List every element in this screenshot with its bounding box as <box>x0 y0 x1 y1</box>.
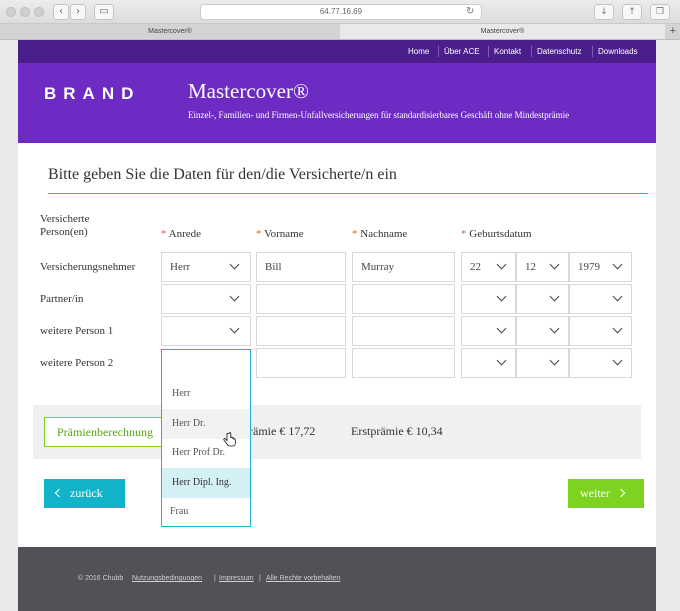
footer-separator: | <box>259 575 261 582</box>
top-navigation: Home Über ACE Kontakt Datenschutz Downlo… <box>18 40 656 63</box>
next-button[interactable]: weiter <box>568 479 644 508</box>
brand-logo[interactable]: BRAND <box>44 84 140 104</box>
header-lastname: * Nachname <box>352 228 408 240</box>
dropdown-option-herr[interactable]: Herr <box>162 379 250 409</box>
birth-month-select[interactable]: 12 <box>516 252 569 282</box>
forward-nav-icon[interactable]: › <box>70 4 86 20</box>
nav-kontakt[interactable]: Kontakt <box>494 40 521 63</box>
dropdown-option-herr-dipl-ing[interactable]: Herr Dipl. Ing. <box>162 468 250 498</box>
salutation-select[interactable] <box>161 284 251 314</box>
browser-chrome: ‹ › ▭ 64.77.16.69 ↻ ↓ ↑ ❐ Mastercover® M… <box>0 0 680 40</box>
lastname-input[interactable] <box>352 316 455 346</box>
birth-year-select[interactable] <box>569 348 632 378</box>
birth-month-select[interactable] <box>516 348 569 378</box>
heading-divider <box>48 193 648 194</box>
row-label-partner: Partner/in <box>40 293 84 305</box>
hero-banner: BRAND Mastercover® Einzel-, Familien- un… <box>18 63 656 143</box>
lastname-input[interactable]: Murray <box>352 252 455 282</box>
birth-year-select[interactable] <box>569 284 632 314</box>
zoom-window-button[interactable] <box>34 7 44 17</box>
form-heading: Bitte geben Sie die Daten für den/die Ve… <box>48 166 397 183</box>
birth-day-select[interactable] <box>461 284 516 314</box>
birth-month-select[interactable] <box>516 316 569 346</box>
header-birthdate: * Geburtsdatum <box>461 228 532 240</box>
firstname-input[interactable] <box>256 316 346 346</box>
back-nav-icon[interactable]: ‹ <box>53 4 69 20</box>
chevron-left-icon <box>54 488 64 498</box>
footer-link-rights[interactable]: Alle Rechte vorbehalten <box>266 575 340 582</box>
footer-copyright: © 2016 Chubb <box>78 575 124 582</box>
firstname-input[interactable] <box>256 348 346 378</box>
back-button[interactable]: zurück <box>44 479 125 508</box>
birth-year-select[interactable] <box>569 316 632 346</box>
nav-downloads[interactable]: Downloads <box>598 40 638 63</box>
product-subtitle: Einzel-, Familien- und Firmen-Unfallvers… <box>188 110 570 120</box>
salutation-select[interactable]: Herr <box>161 252 251 282</box>
tabs-overview-icon[interactable]: ❐ <box>650 4 670 20</box>
product-title: Mastercover® <box>188 79 309 103</box>
close-window-button[interactable] <box>6 7 16 17</box>
birth-month-select[interactable] <box>516 284 569 314</box>
footer-separator: | <box>214 575 216 582</box>
lastname-input[interactable] <box>352 284 455 314</box>
new-tab-button[interactable]: + <box>670 24 676 39</box>
tab-bar: Mastercover® Mastercover® + <box>0 24 680 40</box>
first-premium: Erstprämie € 10,34 <box>351 424 443 438</box>
page: Home Über ACE Kontakt Datenschutz Downlo… <box>18 40 656 611</box>
share-icon[interactable]: ↑ <box>622 4 642 20</box>
header-insured: Versicherte Person(en) <box>40 213 90 238</box>
header-salutation: * Anrede <box>161 228 202 240</box>
chevron-right-icon <box>616 488 626 498</box>
header-firstname: * Vorname <box>256 228 304 240</box>
sidebar-icon[interactable]: ▭ <box>94 4 114 20</box>
browser-toolbar: ‹ › ▭ 64.77.16.69 ↻ ↓ ↑ ❐ <box>0 0 680 24</box>
tab-mastercover-2[interactable]: Mastercover® <box>340 24 665 39</box>
premium-bar: Prämienberechnung prämie € 17,72 Erstprä… <box>33 405 641 459</box>
minimize-window-button[interactable] <box>20 7 30 17</box>
birth-day-select[interactable]: 22 <box>461 252 516 282</box>
nav-datenschutz[interactable]: Datenschutz <box>537 40 581 63</box>
download-icon[interactable]: ↓ <box>594 4 614 20</box>
firstname-input[interactable]: Bill <box>256 252 346 282</box>
hand-cursor-icon <box>223 432 236 447</box>
nav-home[interactable]: Home <box>408 40 429 63</box>
footer-link-imprint[interactable]: Impressum <box>219 575 254 582</box>
birth-year-select[interactable]: 1979 <box>569 252 632 282</box>
reload-icon[interactable]: ↻ <box>466 6 474 18</box>
salutation-select[interactable] <box>161 316 251 346</box>
nav-separator <box>531 46 532 57</box>
lastname-input[interactable] <box>352 348 455 378</box>
salutation-dropdown[interactable]: Herr Herr Dr. Herr Prof Dr. Herr Dipl. I… <box>161 349 251 527</box>
address-bar[interactable]: 64.77.16.69 <box>200 4 482 20</box>
footer: © 2016 Chubb Nutzungsbedingungen | Impre… <box>18 547 656 611</box>
birth-day-select[interactable] <box>461 316 516 346</box>
nav-separator <box>438 46 439 57</box>
monthly-premium: prämie € 17,72 <box>243 424 316 438</box>
row-label-person-1: weitere Person 1 <box>40 325 114 337</box>
nav-separator <box>488 46 489 57</box>
dropdown-option-frau[interactable]: Frau <box>162 497 250 527</box>
firstname-input[interactable] <box>256 284 346 314</box>
nav-separator <box>592 46 593 57</box>
row-label-person-2: weitere Person 2 <box>40 357 114 369</box>
tab-mastercover-1[interactable]: Mastercover® <box>0 24 340 39</box>
footer-link-terms[interactable]: Nutzungsbedingungen <box>132 575 202 582</box>
birth-day-select[interactable] <box>461 348 516 378</box>
row-label-policyholder: Versicherungsnehmer <box>40 261 136 273</box>
nav-ueber-ace[interactable]: Über ACE <box>444 40 480 63</box>
